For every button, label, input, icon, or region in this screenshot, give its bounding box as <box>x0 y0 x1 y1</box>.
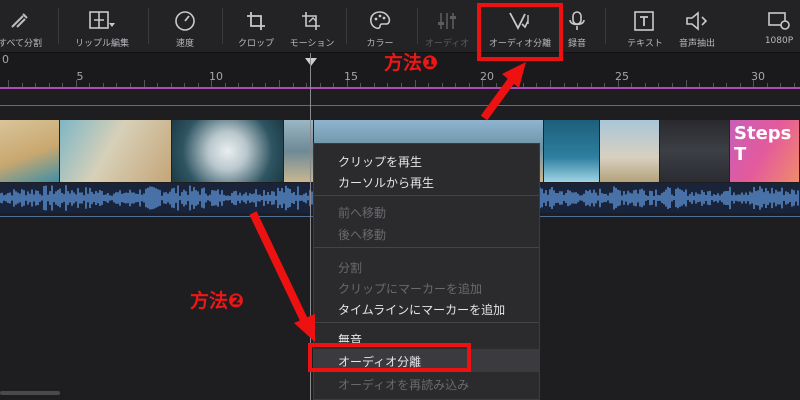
arrow-to-menu <box>249 211 315 342</box>
arrow-to-toolbar <box>480 62 526 121</box>
annotation-arrows <box>249 62 526 342</box>
